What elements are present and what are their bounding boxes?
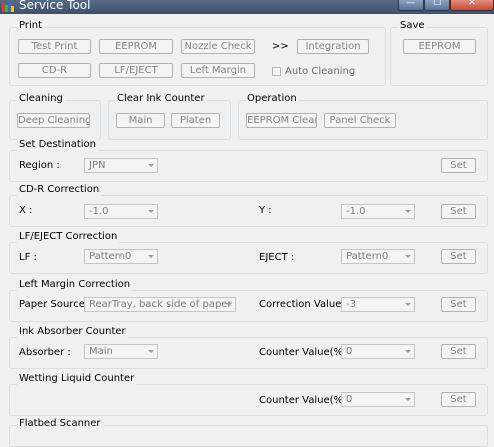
eeprom-clear-button[interactable]: EEPROM Clear: [246, 113, 317, 128]
x-value: -1.0: [89, 206, 109, 217]
lf-eject-button[interactable]: LF/EJECT: [99, 63, 173, 78]
wetting-counter-label: Counter Value(%) :: [259, 395, 354, 406]
correction-value: -3: [346, 299, 356, 310]
minimize-button[interactable]: —: [398, 0, 424, 11]
chevron-down-icon: [405, 303, 411, 306]
set-cdr-button[interactable]: Set: [441, 204, 476, 219]
chevron-down-icon: [148, 164, 154, 167]
eject-label: EJECT :: [259, 252, 295, 263]
lf-eject-correction-group: [9, 242, 488, 274]
wetting-counter-select[interactable]: 0: [341, 392, 415, 407]
ink-absorber-counter-label: Ink Absorber Counter: [17, 326, 128, 338]
operation-group-label: Operation: [245, 93, 299, 105]
cleaning-group-label: Cleaning: [17, 93, 65, 105]
maximize-icon: ☐: [432, 0, 442, 8]
x-label: X :: [19, 205, 33, 216]
main-counter-button[interactable]: Main: [116, 113, 165, 128]
auto-cleaning-label: Auto Cleaning: [285, 66, 356, 77]
chevron-down-icon: [148, 210, 154, 213]
set-destination-group: [9, 150, 488, 182]
absorber-counter-label: Counter Value(%) :: [259, 347, 354, 358]
chevron-down-icon: [405, 398, 411, 401]
absorber-value: Main: [89, 346, 113, 357]
absorber-label: Absorber :: [19, 347, 71, 358]
set-absorber-button[interactable]: Set: [441, 344, 476, 359]
platen-counter-button[interactable]: Platen: [171, 113, 220, 128]
lf-eject-correction-label: LF/EJECT Correction: [17, 231, 120, 243]
close-icon: ✕: [468, 0, 476, 8]
cdr-correction-label: CD-R Correction: [17, 184, 102, 196]
chevron-down-icon: [226, 303, 232, 306]
set-destination-label: Set Destination: [17, 139, 98, 151]
chevron-down-icon: [405, 210, 411, 213]
absorber-counter-select[interactable]: 0: [341, 344, 415, 359]
deep-cleaning-button[interactable]: Deep Cleaning: [17, 113, 90, 128]
ink-absorber-counter-group: [9, 337, 488, 369]
test-print-button[interactable]: Test Print: [18, 39, 91, 54]
region-value: JPN: [89, 160, 106, 171]
chevron-down-icon: [405, 350, 411, 353]
title-bar: Service Tool — ☐ ✕: [0, 0, 494, 14]
x-select[interactable]: -1.0: [84, 204, 158, 219]
left-margin-correction-label: Left Margin Correction: [17, 279, 133, 291]
paper-source-value: RearTray, back side of paper: [89, 299, 232, 310]
set-left-margin-button[interactable]: Set: [441, 297, 476, 312]
region-select[interactable]: JPN: [84, 158, 158, 173]
print-group-label: Print: [17, 20, 45, 32]
eject-select[interactable]: Pattern0: [341, 249, 415, 264]
set-lf-eject-button[interactable]: Set: [441, 249, 476, 264]
left-margin-button[interactable]: Left Margin: [181, 63, 255, 78]
y-value: -1.0: [346, 206, 366, 217]
chevron-down-icon: [148, 350, 154, 353]
arrow-icon: >>: [272, 41, 289, 52]
clear-ink-counter-label: Clear Ink Counter: [115, 93, 207, 105]
y-label: Y :: [259, 205, 272, 216]
eeprom-print-button[interactable]: EEPROM: [99, 39, 173, 54]
save-group: [390, 27, 488, 86]
cd-r-button[interactable]: CD-R: [18, 63, 91, 78]
correction-value-label: Correction Value :: [259, 299, 348, 310]
minimize-icon: —: [406, 0, 416, 8]
cdr-correction-group: [9, 195, 488, 227]
wetting-liquid-counter-label: Wetting Liquid Counter: [17, 373, 137, 385]
eject-value: Pattern0: [346, 251, 389, 262]
save-group-label: Save: [398, 20, 427, 32]
wetting-counter-value: 0: [346, 394, 353, 405]
panel-check-button[interactable]: Panel Check: [324, 113, 396, 128]
chevron-down-icon: [148, 255, 154, 258]
lf-select[interactable]: Pattern0: [84, 249, 158, 264]
save-eeprom-button[interactable]: EEPROM: [403, 39, 476, 54]
correction-value-select[interactable]: -3: [341, 297, 415, 312]
integration-button[interactable]: Integration: [297, 39, 369, 54]
absorber-counter-value: 0: [346, 346, 353, 357]
maximize-button[interactable]: ☐: [424, 0, 450, 11]
lf-label: LF :: [19, 252, 37, 263]
paper-source-label: Paper Source :: [19, 299, 92, 310]
set-wetting-button[interactable]: Set: [441, 392, 476, 407]
region-label: Region :: [19, 160, 60, 171]
paper-source-select[interactable]: RearTray, back side of paper: [84, 297, 236, 312]
window-title: Service Tool: [19, 0, 91, 12]
chevron-down-icon: [405, 255, 411, 258]
flatbed-scanner-label: Flatbed Scanner: [17, 418, 103, 430]
close-button[interactable]: ✕: [450, 0, 494, 11]
wetting-liquid-counter-group: [9, 384, 488, 416]
auto-cleaning-checkbox[interactable]: [272, 67, 281, 76]
set-destination-button[interactable]: Set: [441, 158, 476, 173]
y-select[interactable]: -1.0: [341, 204, 415, 219]
nozzle-check-button[interactable]: Nozzle Check: [181, 39, 255, 54]
lf-value: Pattern0: [89, 251, 132, 262]
absorber-select[interactable]: Main: [84, 344, 158, 359]
app-icon: [2, 2, 14, 12]
